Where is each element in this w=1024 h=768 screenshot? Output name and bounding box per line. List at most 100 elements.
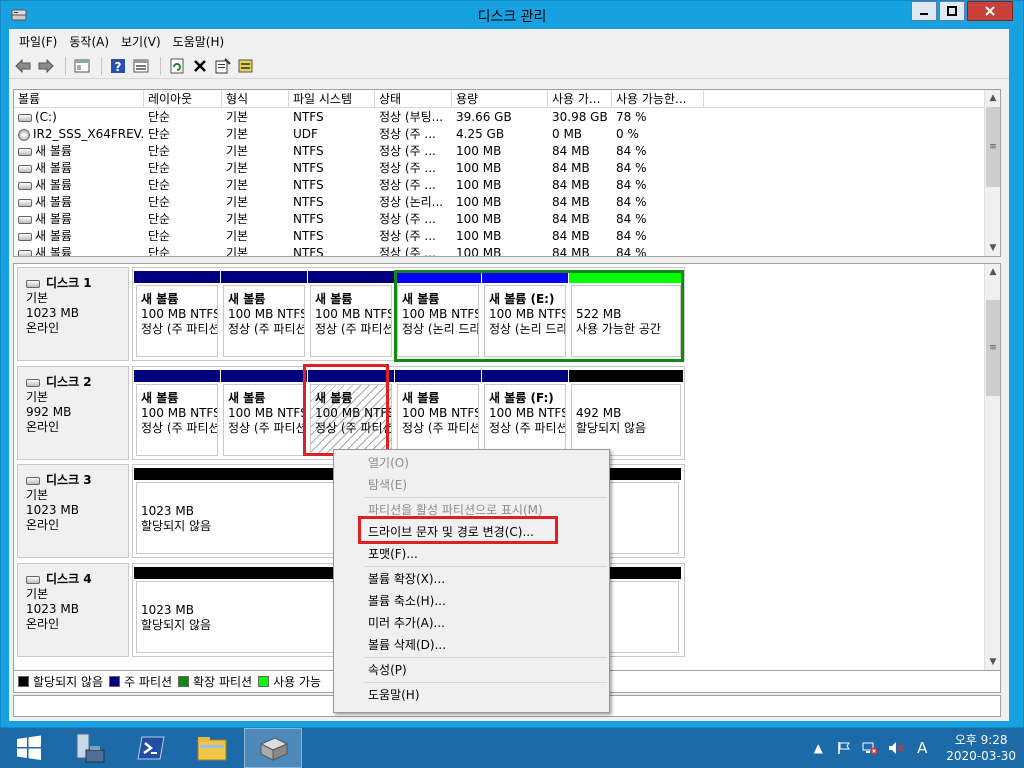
close-button[interactable] bbox=[967, 1, 1013, 21]
title-bar[interactable]: 디스크 관리 bbox=[1, 1, 1023, 29]
volume-cell-text: 기본 bbox=[226, 127, 249, 141]
taskbar-disk-management[interactable] bbox=[244, 728, 302, 768]
volume-cell-status: 정상 (논리... bbox=[375, 194, 452, 211]
scroll-up-arrow[interactable]: ▲ bbox=[985, 264, 1000, 280]
menu-help[interactable]: 도움말(H) bbox=[167, 33, 231, 50]
volume-cell-text: 새 볼륨 bbox=[35, 161, 72, 175]
system-tray: ▲ A 오후 9:28 2020-03-30 bbox=[800, 728, 1016, 768]
volume-cell-text: NTFS bbox=[293, 110, 324, 124]
volume-cell-name: (C:) bbox=[14, 109, 144, 126]
volume-row[interactable]: 새 볼륨 단순 기본 NTFS 정상 (주 ... 100 MB 84 MB 84 % bbox=[14, 160, 984, 177]
scroll-up-arrow[interactable]: ▲ bbox=[985, 90, 1000, 106]
network-icon[interactable] bbox=[862, 740, 878, 756]
rescan-button[interactable] bbox=[236, 56, 256, 76]
disk-label[interactable]: 디스크 4 기본 1023 MB 온라인 bbox=[17, 563, 129, 657]
volume-cell-capacity: 100 MB bbox=[452, 194, 548, 211]
properties-button[interactable] bbox=[213, 56, 233, 76]
volume-row[interactable]: 새 볼륨 단순 기본 NTFS 정상 (주 ... 100 MB 84 MB 84 % bbox=[14, 245, 984, 257]
volume-cell-text: IR2_SSS_X64FREV... bbox=[33, 127, 144, 141]
partition[interactable]: 새 볼륨 100 MB NTFS 정상 (주 파티션) bbox=[221, 370, 307, 456]
menu-action[interactable]: 동작(A) bbox=[63, 33, 115, 50]
partition[interactable]: 492 MB 할당되지 않음 bbox=[569, 370, 683, 456]
volume-cell-free: 84 MB bbox=[548, 228, 612, 245]
taskbar: ▲ A 오후 9:28 2020-03-30 bbox=[0, 728, 1024, 768]
partition[interactable]: 새 볼륨 100 MB NTFS 정상 (주 파티션) bbox=[134, 271, 220, 357]
scroll-down-arrow[interactable]: ▼ bbox=[985, 654, 1000, 670]
volume-row[interactable]: (C:) 단순 기본 NTFS 정상 (부팅... 39.66 GB 30.98 GB 78 … bbox=[14, 109, 984, 126]
volume-cell-text: 100 MB bbox=[456, 229, 502, 243]
partition-body: 492 MB 할당되지 않음 bbox=[571, 384, 681, 456]
column-header-type[interactable]: 형식 bbox=[222, 90, 289, 108]
volume-cell-capacity: 100 MB bbox=[452, 245, 548, 256]
volume-row[interactable]: IR2_SSS_X64FREV... 단순 기본 UDF 정상 (주 ... 4.25 G… bbox=[14, 126, 984, 143]
partition[interactable]: 새 볼륨 100 MB NTFS 정상 (주 파티션) bbox=[134, 370, 220, 456]
volume-cell-text: 단순 bbox=[148, 127, 171, 141]
legend-label: 사용 가능 bbox=[273, 675, 322, 689]
context-menu-item[interactable]: 볼륨 삭제(D)... bbox=[334, 634, 609, 656]
minimize-button[interactable] bbox=[911, 1, 937, 21]
disk-label[interactable]: 디스크 1 기본 1023 MB 온라인 bbox=[17, 267, 129, 361]
column-header-percent-free[interactable]: 사용 가능한... bbox=[612, 90, 704, 108]
context-menu-item[interactable]: 속성(P) bbox=[334, 659, 609, 681]
file-explorer-icon bbox=[197, 737, 227, 761]
extended-partition-frame bbox=[394, 270, 684, 362]
menu-view[interactable]: 보기(V) bbox=[115, 33, 167, 50]
column-header-volume[interactable]: 볼륨 bbox=[14, 90, 144, 108]
clock[interactable]: 오후 9:28 2020-03-30 bbox=[946, 732, 1016, 764]
scroll-thumb[interactable]: ≡ bbox=[986, 107, 1000, 187]
partition[interactable]: 새 볼륨 100 MB NTFS 정상 (주 파티션) bbox=[395, 370, 481, 456]
context-menu-item[interactable]: 포맷(F)... bbox=[334, 543, 609, 565]
taskbar-server-manager[interactable] bbox=[61, 728, 119, 768]
refresh-button[interactable] bbox=[167, 56, 187, 76]
scroll-down-arrow[interactable]: ▼ bbox=[985, 240, 1000, 256]
volume-cell-free: 30.98 GB bbox=[548, 109, 612, 126]
disk-map-scrollbar[interactable]: ▲ ≡ ▼ bbox=[984, 264, 1000, 670]
volume-row[interactable]: 새 볼륨 단순 기본 NTFS 정상 (주 ... 100 MB 84 MB 84 % bbox=[14, 211, 984, 228]
volume-icon[interactable] bbox=[888, 740, 904, 756]
help-button[interactable]: ? bbox=[108, 56, 128, 76]
context-menu-item[interactable]: 미러 추가(A)... bbox=[334, 612, 609, 634]
maximize-button[interactable] bbox=[939, 1, 965, 21]
disk-label[interactable]: 디스크 3 기본 1023 MB 온라인 bbox=[17, 464, 129, 558]
legend-label: 할당되지 않음 bbox=[33, 675, 104, 689]
taskbar-file-explorer[interactable] bbox=[183, 728, 241, 768]
scroll-thumb[interactable]: ≡ bbox=[986, 300, 1000, 396]
help-icon: ? bbox=[111, 58, 125, 74]
column-header-capacity[interactable]: 용량 bbox=[452, 90, 548, 108]
partition[interactable]: 새 볼륨 (F:) 100 MB NTFS 정상 (주 파티션) bbox=[482, 370, 568, 456]
volume-cell-text: 정상 (주 ... bbox=[379, 161, 436, 175]
disk-label[interactable]: 디스크 2 기본 992 MB 온라인 bbox=[17, 366, 129, 460]
volume-row[interactable]: 새 볼륨 단순 기본 NTFS 정상 (주 ... 100 MB 84 MB 84 % bbox=[14, 228, 984, 245]
context-menu-item[interactable]: 볼륨 확장(X)... bbox=[334, 568, 609, 590]
volume-row[interactable]: 새 볼륨 단순 기본 NTFS 정상 (주 ... 100 MB 84 MB 84 % bbox=[14, 143, 984, 160]
view-icon bbox=[133, 59, 149, 72]
delete-button[interactable] bbox=[190, 56, 210, 76]
volume-cell-text: (C:) bbox=[35, 110, 57, 124]
taskbar-powershell[interactable] bbox=[122, 728, 180, 768]
legend-item: 할당되지 않음 bbox=[18, 673, 103, 690]
disk-icon bbox=[26, 476, 40, 485]
view-button[interactable] bbox=[131, 56, 151, 76]
show-hidden-icon[interactable]: ▲ bbox=[810, 740, 826, 756]
flag-icon[interactable] bbox=[836, 740, 852, 756]
back-button[interactable] bbox=[13, 56, 33, 76]
volume-cell-pct: 84 % bbox=[612, 177, 704, 194]
volume-row[interactable]: 새 볼륨 단순 기본 NTFS 정상 (논리... 100 MB 84 MB 84 % bbox=[14, 194, 984, 211]
volume-list-scrollbar[interactable]: ▲ ≡ ▼ bbox=[984, 90, 1000, 256]
ime-indicator[interactable]: A bbox=[914, 739, 930, 757]
partition[interactable]: 새 볼륨 100 MB NTFS 정상 (주 파티션) bbox=[308, 271, 394, 357]
volume-cell-text: 84 % bbox=[616, 246, 647, 257]
volume-cell-text: 100 MB bbox=[456, 212, 502, 226]
column-header-layout[interactable]: 레이아웃 bbox=[144, 90, 222, 108]
forward-button[interactable] bbox=[36, 56, 56, 76]
console-tree-button[interactable] bbox=[72, 56, 92, 76]
partition[interactable]: 새 볼륨 100 MB NTFS 정상 (주 파티션) bbox=[221, 271, 307, 357]
column-header-status[interactable]: 상태 bbox=[375, 90, 452, 108]
menu-file[interactable]: 파일(F) bbox=[13, 33, 63, 50]
context-menu-item[interactable]: 도움말(H) bbox=[334, 684, 609, 706]
context-menu-item[interactable]: 볼륨 축소(H)... bbox=[334, 590, 609, 612]
volume-row[interactable]: 새 볼륨 단순 기본 NTFS 정상 (주 ... 100 MB 84 MB 84 % bbox=[14, 177, 984, 194]
column-header-filesystem[interactable]: 파일 시스템 bbox=[289, 90, 375, 108]
start-button[interactable] bbox=[0, 728, 58, 768]
column-header-free-space[interactable]: 사용 가... bbox=[548, 90, 612, 108]
